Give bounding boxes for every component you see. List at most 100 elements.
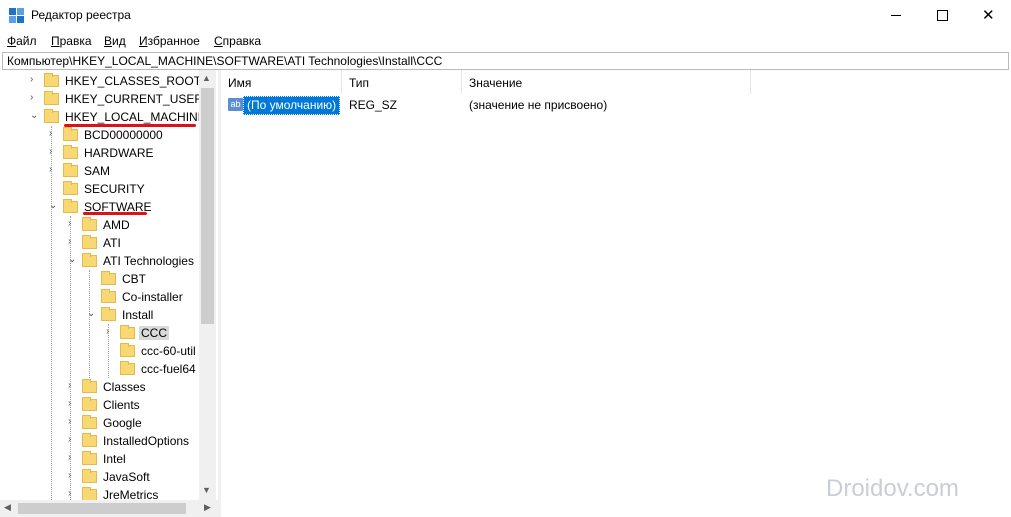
collapse-icon[interactable]: ⌄ bbox=[68, 254, 78, 265]
maximize-icon bbox=[937, 10, 948, 21]
menu-mnemonic: С bbox=[214, 34, 223, 48]
scroll-left-icon[interactable]: ◀ bbox=[4, 502, 11, 513]
tree-item-hkey-current-user[interactable]: › HKEY_CURRENT_USER bbox=[30, 90, 210, 108]
scroll-down-icon[interactable]: ▼ bbox=[202, 485, 211, 495]
tree-item-label: ccc-60-util bbox=[141, 344, 196, 358]
column-header-value[interactable]: Значение bbox=[462, 70, 751, 94]
tree-item-ccc-fuel64[interactable]: ccc-fuel64 bbox=[106, 360, 199, 378]
collapse-icon[interactable]: ⌄ bbox=[49, 200, 59, 211]
address-path: Компьютер\HKEY_LOCAL_MACHINE\SOFTWARE\AT… bbox=[7, 54, 443, 68]
expand-icon[interactable]: › bbox=[49, 146, 59, 157]
menu-help[interactable]: Справка bbox=[214, 34, 261, 48]
folder-open-icon bbox=[63, 199, 78, 213]
tree-item-google[interactable]: › Google bbox=[68, 414, 199, 432]
tree-item-ati[interactable]: › ATI bbox=[68, 234, 199, 252]
folder-icon bbox=[63, 127, 78, 141]
tree-item-ccc-60-util[interactable]: ccc-60-util bbox=[106, 342, 199, 360]
expand-icon[interactable]: › bbox=[49, 164, 59, 175]
annotation-underline bbox=[83, 212, 147, 215]
expand-icon[interactable]: › bbox=[68, 470, 78, 481]
tree-item-security[interactable]: SECURITY bbox=[49, 180, 199, 198]
tree-item-label: InstalledOptions bbox=[103, 434, 190, 448]
tree-item-label: ATI bbox=[103, 236, 121, 250]
tree-item-label: HKEY_CURRENT_USER bbox=[65, 92, 204, 106]
registry-tree[interactable]: › HKEY_CLASSES_ROOT › HKEY_CURRENT_USER … bbox=[0, 70, 218, 517]
column-header-type[interactable]: Тип bbox=[342, 70, 462, 94]
expand-icon[interactable]: › bbox=[30, 74, 40, 85]
maximize-button[interactable] bbox=[919, 0, 965, 31]
column-header-label: Имя bbox=[228, 76, 252, 90]
expand-icon[interactable]: › bbox=[68, 488, 78, 499]
tree-item-bcd[interactable]: › BCD00000000 bbox=[49, 126, 199, 144]
menu-favorites[interactable]: Избранное bbox=[139, 34, 200, 48]
tree-item-label: ATI Technologies bbox=[103, 254, 194, 268]
tree-item-install[interactable]: ⌄ Install bbox=[87, 306, 199, 324]
expand-icon[interactable]: › bbox=[68, 434, 78, 445]
collapse-icon[interactable]: ⌄ bbox=[87, 308, 97, 319]
tree-item-label: HKEY_CLASSES_ROOT bbox=[65, 74, 202, 88]
scroll-right-icon[interactable]: ▶ bbox=[204, 502, 211, 513]
scroll-thumb[interactable] bbox=[201, 88, 214, 324]
expand-icon[interactable]: › bbox=[106, 326, 116, 337]
values-list[interactable]: Имя Тип Значение ab (По умолчанию) REG_S… bbox=[221, 70, 1011, 517]
menu-bar: Файл Правка Вид Избранное Справка bbox=[0, 32, 1011, 50]
expand-icon[interactable]: › bbox=[68, 416, 78, 427]
value-type: REG_SZ bbox=[349, 98, 398, 112]
menu-mnemonic: Ф bbox=[7, 34, 17, 48]
string-value-icon: ab bbox=[228, 98, 243, 111]
folder-icon bbox=[120, 361, 135, 375]
tree-horizontal-scrollbar[interactable]: ◀ ▶ bbox=[0, 500, 218, 517]
folder-icon bbox=[63, 145, 78, 159]
expand-icon[interactable]: › bbox=[68, 452, 78, 463]
address-bar[interactable]: Компьютер\HKEY_LOCAL_MACHINE\SOFTWARE\AT… bbox=[2, 52, 1009, 70]
menu-mnemonic: В bbox=[104, 34, 113, 48]
minimize-button[interactable] bbox=[873, 0, 919, 31]
title-bar: Редактор реестра ✕ bbox=[0, 0, 1011, 31]
value-name-selected[interactable]: (По умолчанию) bbox=[243, 96, 341, 115]
menu-label: збранное bbox=[147, 34, 200, 48]
folder-icon bbox=[82, 415, 97, 429]
expand-icon[interactable]: › bbox=[68, 380, 78, 391]
expand-icon[interactable]: › bbox=[49, 128, 59, 139]
folder-icon bbox=[120, 325, 135, 339]
scroll-up-icon[interactable]: ▲ bbox=[202, 73, 211, 83]
tree-item-intel[interactable]: › Intel bbox=[68, 450, 199, 468]
tree-item-hkey-classes-root[interactable]: › HKEY_CLASSES_ROOT bbox=[30, 72, 210, 90]
tree-item-ccc[interactable]: › CCC bbox=[106, 324, 199, 342]
expand-icon[interactable]: › bbox=[30, 92, 40, 103]
window-title: Редактор реестра bbox=[31, 8, 131, 22]
menu-mnemonic: И bbox=[139, 34, 148, 48]
close-button[interactable]: ✕ bbox=[965, 0, 1011, 31]
folder-open-icon bbox=[101, 307, 116, 321]
tree-item-label: Clients bbox=[103, 398, 140, 412]
registry-editor-icon bbox=[9, 8, 25, 24]
tree-item-installedoptions[interactable]: › InstalledOptions bbox=[68, 432, 199, 450]
expand-icon[interactable]: › bbox=[68, 398, 78, 409]
collapse-icon[interactable]: ⌄ bbox=[30, 110, 40, 121]
tree-item-amd[interactable]: › AMD bbox=[68, 216, 199, 234]
scroll-thumb[interactable] bbox=[18, 503, 186, 514]
tree-item-co-installer[interactable]: Co-installer bbox=[87, 288, 199, 306]
folder-icon bbox=[63, 163, 78, 177]
folder-icon bbox=[63, 181, 78, 195]
tree-item-clients[interactable]: › Clients bbox=[68, 396, 199, 414]
menu-view[interactable]: Вид bbox=[104, 34, 126, 48]
tree-item-classes[interactable]: › Classes bbox=[68, 378, 199, 396]
value-data: (значение не присвоено) bbox=[469, 98, 608, 112]
tree-item-label: Install bbox=[122, 308, 154, 322]
tree-item-cbt[interactable]: CBT bbox=[87, 270, 199, 288]
tree-vertical-scrollbar[interactable]: ▲ ▼ bbox=[199, 70, 216, 500]
expand-icon[interactable]: › bbox=[68, 218, 78, 229]
tree-item-javasoft[interactable]: › JavaSoft bbox=[68, 468, 199, 486]
column-header-name[interactable]: Имя bbox=[221, 70, 342, 94]
expand-icon[interactable]: › bbox=[68, 236, 78, 247]
menu-edit[interactable]: Правка bbox=[51, 34, 92, 48]
tree-item-ati-technologies[interactable]: ⌄ ATI Technologies bbox=[68, 252, 199, 270]
tree-item-hardware[interactable]: › HARDWARE bbox=[49, 144, 199, 162]
tree-item-sam[interactable]: › SAM bbox=[49, 162, 199, 180]
menu-file[interactable]: Файл bbox=[7, 34, 37, 48]
folder-icon bbox=[82, 433, 97, 447]
tree-item-label: Intel bbox=[103, 452, 126, 466]
menu-mnemonic: П bbox=[51, 34, 60, 48]
menu-label: правка bbox=[222, 34, 262, 48]
